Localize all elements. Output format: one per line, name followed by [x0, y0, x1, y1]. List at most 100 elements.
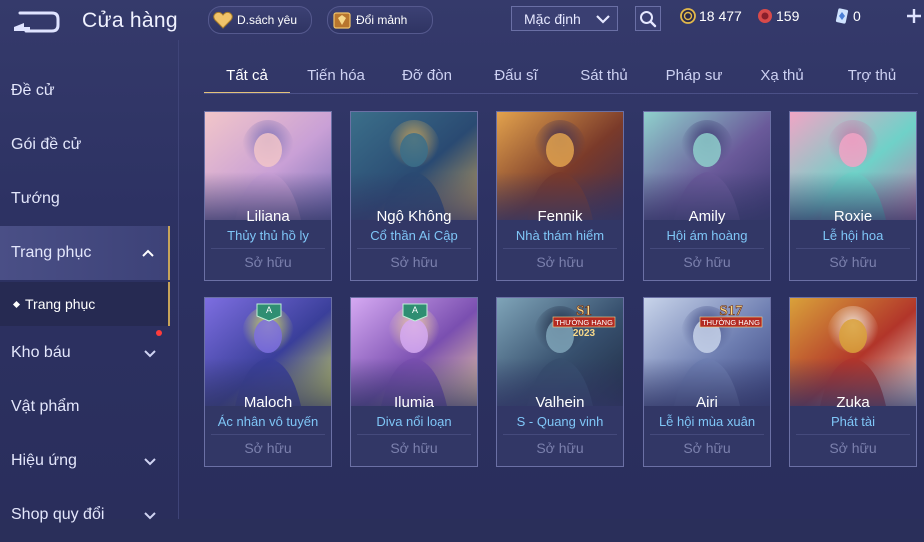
tab-fighter[interactable]: Đấu sĩ [476, 58, 556, 92]
hero-name: Zuka [836, 394, 870, 411]
owned-status: Sở hữu [536, 254, 584, 270]
chevron-up-icon [142, 249, 154, 257]
owned-status: Sở hữu [244, 254, 292, 270]
hero-name: Maloch [243, 394, 293, 411]
skin-card[interactable]: Airi Lễ hội mùa xuân Sở hữu S17 THƯỜNG H… [643, 297, 771, 467]
gold-coin-icon [680, 8, 696, 24]
rank-badge-icon: S1 THƯỜNG HẠNG 2023 [552, 303, 616, 338]
skin-name: Cổ thần Ai Cập [370, 228, 458, 243]
skin-name: Phát tài [830, 414, 876, 429]
top-up-button[interactable] [906, 8, 922, 27]
owned-status: Sở hữu [536, 440, 584, 456]
card-divider [211, 248, 325, 249]
hero-name: Amily [688, 208, 726, 225]
skin-name: Thủy thủ hồ ly [227, 228, 309, 243]
search-button[interactable] [635, 6, 661, 31]
heart-icon [213, 10, 233, 30]
skin-card[interactable]: Amily Hội ám hoàng Sở hữu [643, 111, 771, 281]
skin-name: Ác nhân vô tuyến [217, 414, 319, 429]
tier-badge-icon: A [256, 303, 282, 322]
sidebar-item-skins[interactable]: Trang phục [0, 226, 170, 280]
card-divider [796, 434, 910, 435]
sidebar-item-label: Shop quy đổi [11, 506, 105, 523]
plus-icon [907, 9, 921, 23]
tabs-divider [204, 93, 918, 94]
chevron-down-icon [596, 14, 610, 24]
top-bar: Cửa hàng D.sách yêu Đổi mảnh Mặc định 18… [0, 0, 924, 40]
skin-card[interactable]: Maloch Ác nhân vô tuyến Sở hữu A [204, 297, 332, 467]
sort-value: Mặc định [524, 10, 581, 27]
sidebar-item-exchange-shop[interactable]: Shop quy đổi [0, 488, 170, 542]
rank-badge-icon: S17 THƯỜNG HẠNG [699, 303, 763, 328]
sidebar-subitem-label: Trang phục [25, 296, 96, 312]
hero-name: Fennik [537, 208, 583, 225]
tab-label: Xạ thủ [760, 66, 804, 84]
rank-label: THƯỜNG HẠNG [555, 318, 613, 327]
bullet-icon [12, 300, 21, 308]
wishlist-label: D.sách yêu [237, 13, 298, 27]
voucher-amount: 159 [776, 8, 800, 24]
tab-support[interactable]: Trợ thủ [830, 58, 914, 92]
card-divider [357, 434, 471, 435]
diamond-amount: 0 [853, 8, 861, 24]
tab-label: Trợ thủ [847, 66, 897, 84]
card-divider [650, 434, 764, 435]
sidebar-item-label: Đề cử [11, 82, 55, 99]
sidebar-item-label: Kho báu [11, 344, 71, 361]
sidebar-item-items[interactable]: Vật phẩm [0, 380, 170, 434]
back-button[interactable] [12, 9, 60, 35]
skin-card[interactable]: Fennik Nhà thám hiểm Sở hữu [496, 111, 624, 281]
tab-evolution[interactable]: Tiến hóa [296, 58, 376, 92]
tab-mage[interactable]: Pháp sư [654, 58, 734, 92]
skin-card[interactable]: Zuka Phát tài Sở hữu [789, 297, 917, 467]
owned-status: Sở hữu [390, 440, 438, 456]
skin-name: Lễ hội mùa xuân [658, 414, 756, 429]
tier-badge-letter: A [266, 305, 272, 315]
chevron-down-icon [144, 350, 156, 358]
rank-year: 2023 [573, 328, 596, 338]
rank-season: S17 [719, 303, 743, 319]
tier-badge-letter: A [412, 305, 418, 315]
hero-name: Ngộ Không [376, 208, 452, 225]
sidebar-item-effects[interactable]: Hiệu ứng [0, 434, 170, 488]
tab-marksman[interactable]: Xạ thủ [742, 58, 822, 92]
owned-status: Sở hữu [683, 440, 731, 456]
sort-dropdown[interactable]: Mặc định [511, 6, 618, 31]
skin-name: Diva nổi loạn [376, 414, 452, 429]
sidebar-item-recommended-bundles[interactable]: Gói đề cử [0, 118, 170, 172]
exchange-shards-button[interactable]: Đổi mảnh [327, 6, 433, 34]
skin-card[interactable]: Ilumia Diva nổi loạn Sở hữu A [350, 297, 478, 467]
tab-all[interactable]: Tất cả [204, 58, 290, 92]
card-divider [503, 434, 617, 435]
tab-assassin[interactable]: Sát thủ [564, 58, 644, 92]
page-title: Cửa hàng [82, 9, 178, 32]
skin-card[interactable]: Liliana Thủy thủ hồ ly Sở hữu [204, 111, 332, 281]
owned-status: Sở hữu [829, 254, 877, 270]
sidebar-subitem-skins[interactable]: Trang phục [0, 282, 170, 326]
search-icon [640, 10, 657, 27]
card-divider [357, 248, 471, 249]
hero-name: Valhein [535, 394, 585, 411]
tab-tank[interactable]: Đỡ đòn [387, 58, 467, 92]
sidebar-item-recommended[interactable]: Đề cử [0, 64, 170, 118]
tier-badge-icon: A [402, 303, 428, 322]
skin-card[interactable]: Ngộ Không Cổ thần Ai Cập Sở hữu [350, 111, 478, 281]
skin-name: S - Quang vinh [516, 414, 604, 429]
wishlist-button[interactable]: D.sách yêu [208, 6, 312, 34]
rank-label: THƯỜNG HẠNG [702, 318, 760, 327]
hero-name: Ilumia [393, 394, 434, 411]
skin-card[interactable]: Roxie Lễ hội hoa Sở hữu [789, 111, 917, 281]
skin-card[interactable]: Valhein S - Quang vinh Sở hữu S1 THƯỜNG … [496, 297, 624, 467]
owned-status: Sở hữu [829, 440, 877, 456]
chevron-down-icon [144, 512, 156, 520]
tab-label: Tất cả [226, 66, 268, 84]
sidebar-divider [178, 40, 179, 519]
sidebar-item-treasure[interactable]: Kho báu [0, 326, 170, 380]
shards-label: Đổi mảnh [356, 13, 408, 27]
back-arrow-icon [14, 11, 60, 33]
sidebar-item-heroes[interactable]: Tướng [0, 172, 170, 226]
card-divider [796, 248, 910, 249]
tab-label: Đỡ đòn [402, 66, 452, 84]
skin-name: Nhà thám hiểm [515, 228, 605, 243]
rank-season: S1 [576, 303, 592, 319]
